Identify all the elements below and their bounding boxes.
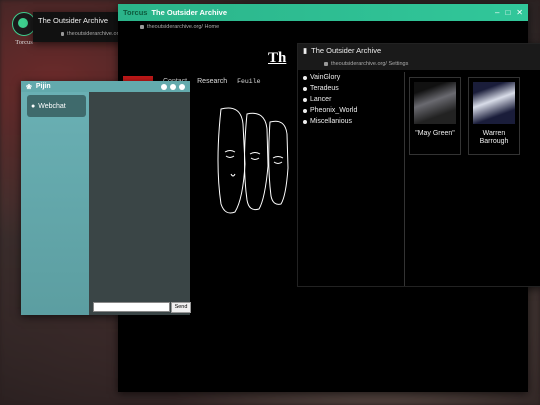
bullet-icon <box>303 86 307 91</box>
lock-icon <box>324 61 328 66</box>
address-text: theoutsiderarchive.org/ <box>67 30 123 37</box>
address-text: theoutsiderarchive.org/ Home <box>147 23 220 30</box>
settings-browser-window[interactable]: ▮ The Outsider Archive theoutsiderarchiv… <box>297 43 540 287</box>
settings-category-list: VainGlory Teradeus Lancer Pheonix_World … <box>298 72 405 286</box>
lock-icon <box>140 24 144 29</box>
brand-label: Torcus <box>123 8 148 17</box>
list-item[interactable]: Pheonix_World <box>298 105 404 116</box>
chat-room-webchat[interactable]: ● Webchat <box>27 95 86 117</box>
close-button[interactable] <box>179 83 185 90</box>
list-item[interactable]: VainGlory <box>298 72 404 83</box>
list-item-label: Miscellanious <box>310 118 353 125</box>
window-title: The Outsider Archive <box>311 46 382 55</box>
send-button[interactable]: Send <box>171 302 191 313</box>
address-bar[interactable]: theoutsiderarchive.org/ Home <box>118 21 528 32</box>
window-titlebar[interactable]: ▮ The Outsider Archive <box>298 44 540 57</box>
maximize-button[interactable]: □ <box>505 8 510 17</box>
list-item[interactable]: Lancer <box>298 94 404 105</box>
chat-bubble-icon: ● <box>31 102 36 110</box>
lock-icon <box>61 31 65 36</box>
address-bar[interactable]: theoutsiderarchive.org/ Settings <box>298 57 540 70</box>
character-name: "May Green" <box>415 130 455 137</box>
portrait-image <box>473 82 515 124</box>
minimize-button[interactable] <box>161 83 167 90</box>
list-item[interactable]: Teradeus <box>298 83 404 94</box>
bullet-icon <box>303 97 307 102</box>
portrait-image <box>414 82 456 124</box>
list-item[interactable]: Miscellanious <box>298 116 404 127</box>
pijin-icon: ❀ <box>26 83 32 91</box>
nav-feuile[interactable]: Feuile <box>237 78 260 85</box>
back-browser-window[interactable]: The Outsider Archive theoutsiderarchive.… <box>33 12 123 42</box>
window-titlebar[interactable]: Torcus The Outsider Archive – □ ✕ <box>118 4 528 21</box>
list-item-label: Lancer <box>310 96 332 103</box>
page-title: Th <box>268 50 287 66</box>
list-item-label: Pheonix_World <box>310 107 358 114</box>
chat-room-label: Webchat <box>38 102 66 110</box>
bullet-icon <box>303 119 307 124</box>
character-name: Warren Barrough <box>479 130 509 145</box>
pijin-chat-window[interactable]: ❀ Pijin ● Webchat Send <box>21 81 191 315</box>
address-bar[interactable]: theoutsiderarchive.org/ <box>33 28 123 39</box>
bullet-icon <box>303 108 307 113</box>
list-item-label: Teradeus <box>310 85 339 92</box>
address-text: theoutsiderarchive.org/ Settings <box>331 60 409 67</box>
window-titlebar[interactable]: ❀ Pijin <box>21 81 190 92</box>
character-card[interactable]: Warren Barrough <box>468 77 520 155</box>
character-card[interactable]: "May Green" <box>409 77 461 155</box>
chat-sidebar: ● Webchat <box>21 92 89 315</box>
window-title: The Outsider Archive <box>38 15 109 25</box>
window-titlebar[interactable]: The Outsider Archive <box>33 12 123 28</box>
window-title: The Outsider Archive <box>151 8 228 17</box>
chat-message-input[interactable] <box>93 302 170 312</box>
folder-icon: ▮ <box>303 46 308 55</box>
maximize-button[interactable] <box>170 83 176 90</box>
chat-messages-area <box>89 92 190 315</box>
nav-research[interactable]: Research <box>197 78 227 85</box>
window-title: Pijin <box>35 83 51 90</box>
masks-illustration <box>217 107 289 214</box>
close-button[interactable]: ✕ <box>516 8 523 17</box>
bullet-icon <box>303 75 307 80</box>
minimize-button[interactable]: – <box>495 8 499 17</box>
list-item-label: VainGlory <box>310 74 341 81</box>
